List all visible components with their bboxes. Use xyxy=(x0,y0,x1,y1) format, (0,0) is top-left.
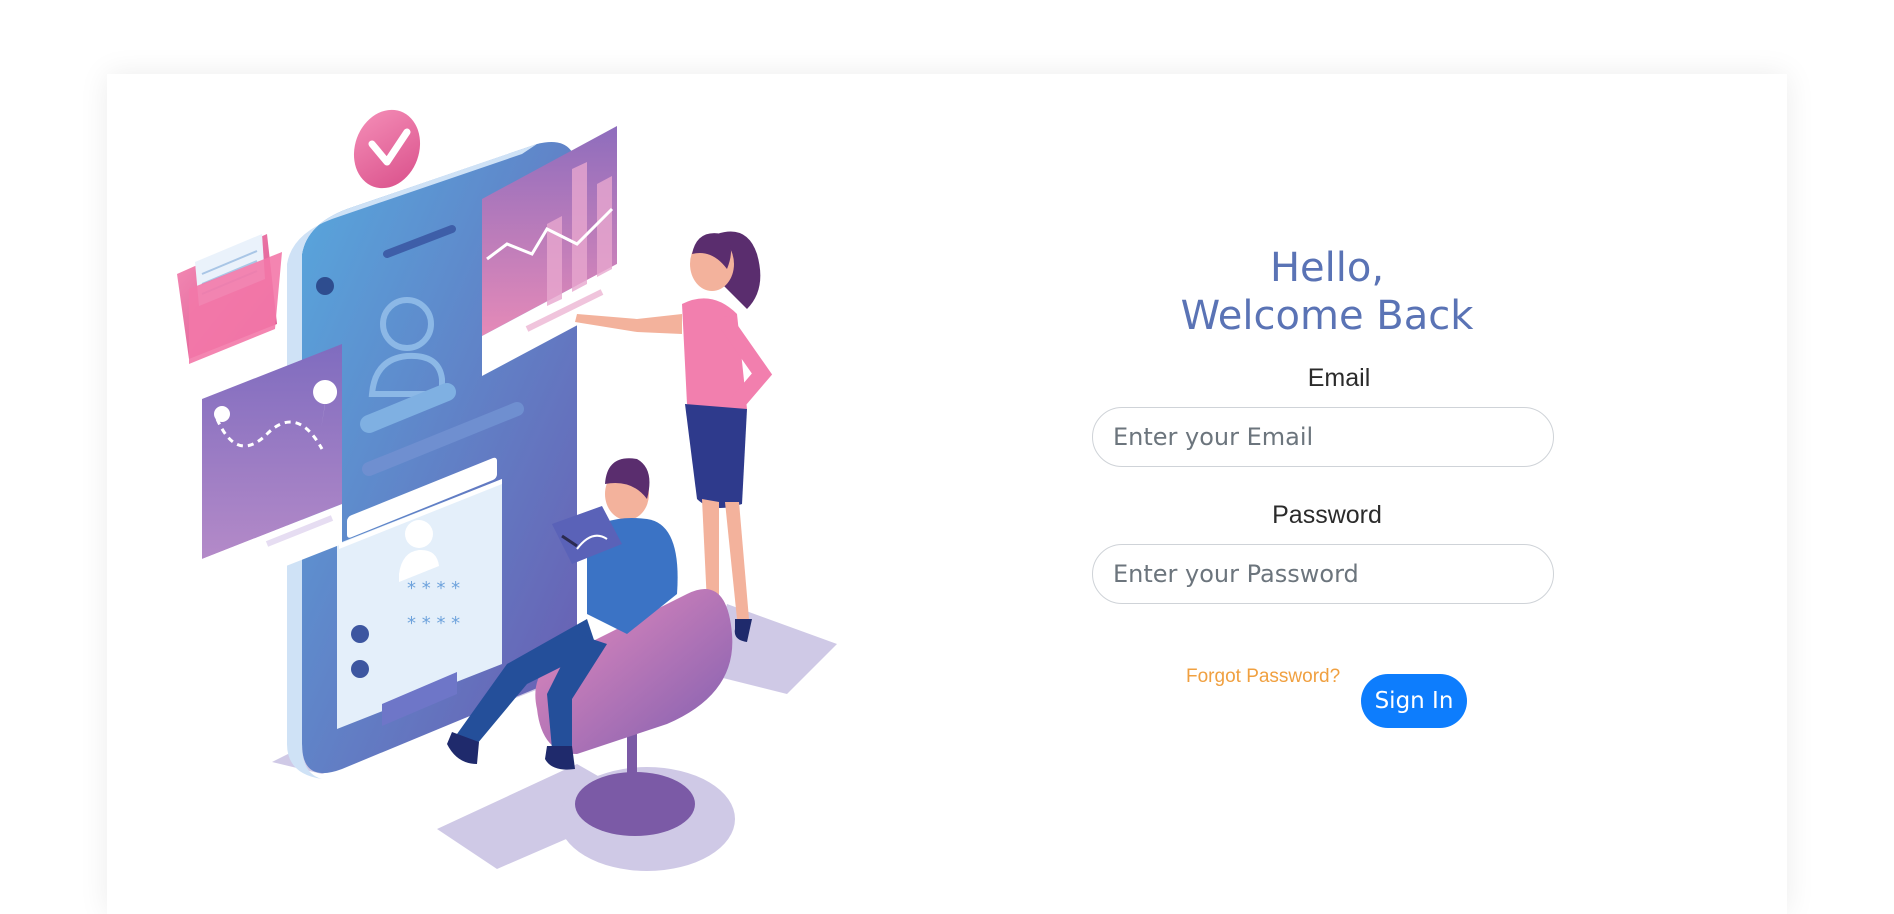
folder-icon xyxy=(177,234,282,364)
email-label: Email xyxy=(1307,364,1371,392)
form-actions: Forgot Password? Sign In xyxy=(1092,666,1562,728)
login-illustration: * * * * * * * * xyxy=(177,109,837,871)
checkmark-badge-icon xyxy=(353,109,421,189)
login-form: Hello, Welcome Back Email Password Forgo… xyxy=(1092,244,1562,728)
greeting-line-1: Hello, xyxy=(1269,245,1385,291)
password-label: Password xyxy=(1272,501,1382,529)
email-input[interactable] xyxy=(1092,407,1554,467)
welcome-heading: Hello, Welcome Back xyxy=(1092,244,1562,340)
svg-text:* * * *: * * * * xyxy=(407,613,460,634)
sign-in-button[interactable]: Sign In xyxy=(1361,674,1467,728)
svg-text:* * * *: * * * * xyxy=(407,578,460,599)
forgot-password-link[interactable]: Forgot Password? xyxy=(1186,666,1340,688)
login-card: * * * * * * * * Hello, Welcome Back Emai… xyxy=(107,74,1787,914)
greeting-line-2: Welcome Back xyxy=(1180,293,1474,339)
password-input[interactable] xyxy=(1092,544,1554,604)
